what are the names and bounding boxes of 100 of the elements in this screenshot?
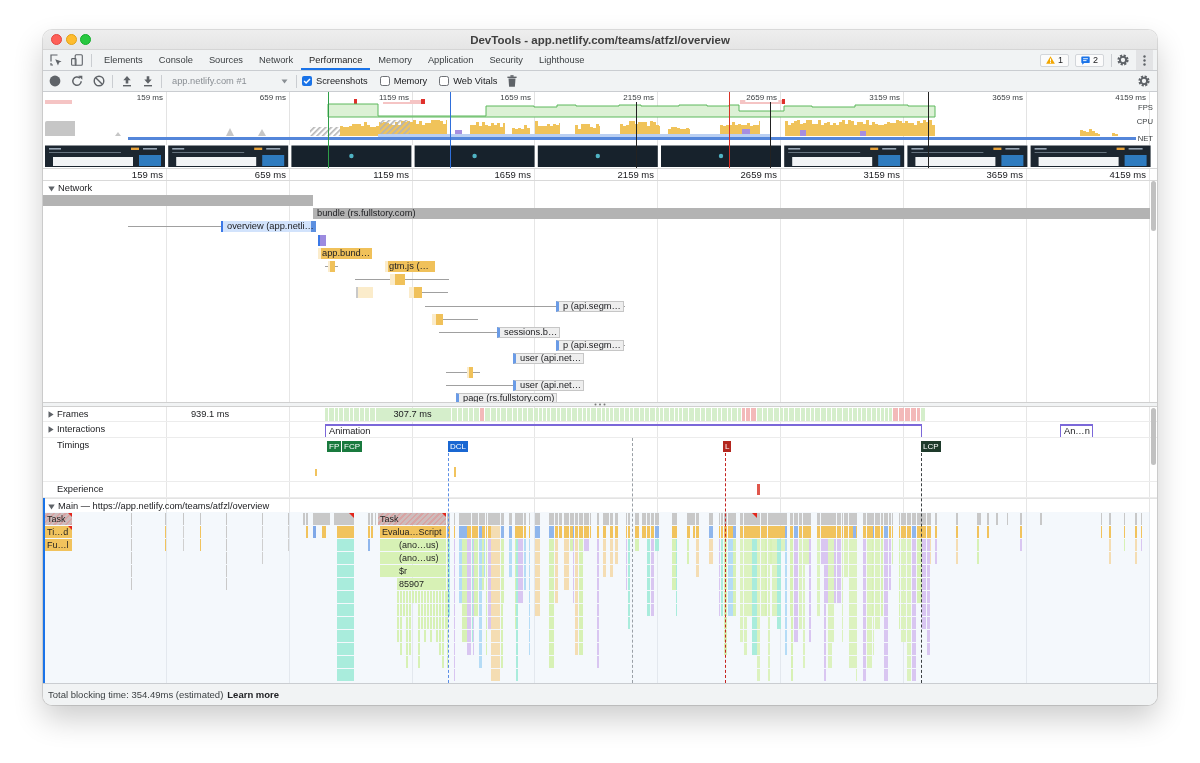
- triangle-down-icon[interactable]: [48, 503, 55, 510]
- network-request[interactable]: overview (app.netli…: [221, 221, 316, 232]
- inspect-element-icon[interactable]: [50, 54, 62, 66]
- flame-entry[interactable]: Task: [378, 513, 446, 525]
- flame-entry[interactable]: Task: [45, 513, 72, 525]
- network-request[interactable]: p (api.segm…: [556, 301, 624, 312]
- warning-icon: [1045, 56, 1055, 64]
- request-whisker: [325, 266, 328, 267]
- panel-tab[interactable]: Network: [251, 50, 302, 70]
- request-whisker: [443, 319, 478, 320]
- timing-marker[interactable]: FCP: [342, 441, 362, 452]
- overview-tick-label: 3159 ms: [868, 92, 901, 102]
- interaction-span[interactable]: Animation: [325, 424, 922, 437]
- overview-tick-label: 3659 ms: [991, 92, 1024, 102]
- interaction-span[interactable]: An…n: [1060, 424, 1093, 437]
- request-whisker: [439, 332, 497, 333]
- flame-entry[interactable]: $r: [397, 565, 446, 577]
- ruler-tick-label: 3659 ms: [986, 169, 1023, 180]
- triangle-down-icon[interactable]: [48, 185, 55, 192]
- request-whisker: [405, 279, 449, 280]
- checkbox[interactable]: [302, 76, 312, 86]
- triangle-right-icon[interactable]: [48, 411, 54, 418]
- ruler-tick-label: 3159 ms: [863, 169, 900, 180]
- timing-marker[interactable]: LCP: [921, 441, 941, 452]
- grip-dots-icon: [594, 403, 606, 406]
- scrollbar-thumb[interactable]: [1151, 408, 1156, 465]
- network-request[interactable]: app.bund…: [318, 248, 373, 259]
- ruler-tick-label: 659 ms: [254, 169, 286, 180]
- warning-counter[interactable]: 1: [1039, 53, 1069, 67]
- devices-icon[interactable]: [71, 54, 83, 66]
- checkbox-label[interactable]: Screenshots: [316, 76, 368, 86]
- record-icon[interactable]: [49, 75, 61, 87]
- network-request[interactable]: user (api.net…: [513, 380, 584, 391]
- timing-marker[interactable]: L: [723, 441, 732, 452]
- triangle-right-icon[interactable]: [48, 426, 54, 433]
- learn-more-link[interactable]: Learn more: [227, 689, 280, 700]
- track-title: Timings: [57, 440, 90, 451]
- checkbox-label[interactable]: Web Vitals: [453, 76, 498, 86]
- panel-tab[interactable]: Console: [150, 50, 201, 70]
- clear-icon[interactable]: [93, 75, 105, 87]
- request-whisker: [335, 266, 338, 267]
- trash-icon[interactable]: [507, 75, 518, 87]
- overview-tick-label: 1159 ms: [377, 92, 410, 102]
- download-icon[interactable]: [142, 75, 154, 87]
- overview-tick-label: 659 ms: [258, 92, 287, 102]
- network-request[interactable]: user (api.net…: [513, 353, 584, 364]
- network-request[interactable]: bundle (rs.fullstory.com): [313, 208, 1150, 219]
- flame-entry[interactable]: Ti…d: [45, 526, 72, 538]
- zoom-button[interactable]: [80, 34, 91, 45]
- checkbox[interactable]: [379, 76, 390, 86]
- reload-icon[interactable]: [71, 75, 83, 87]
- network-request[interactable]: p (api.segm…: [556, 340, 624, 351]
- message-counter[interactable]: 2: [1075, 53, 1104, 67]
- flame-entry[interactable]: Evalua…Script: [380, 526, 446, 538]
- flame-entry[interactable]: (ano…us): [397, 539, 446, 551]
- ruler-tick-label: 4159 ms: [1109, 169, 1146, 180]
- flame-entry[interactable]: Fu…l: [45, 539, 72, 551]
- panel-tab[interactable]: Lighthouse: [531, 50, 593, 70]
- track-title: Frames: [57, 409, 89, 420]
- frame-block[interactable]: 307.7 ms: [378, 408, 447, 421]
- panel-tab[interactable]: Security: [481, 50, 531, 70]
- checkbox[interactable]: [439, 76, 450, 86]
- panel-tab[interactable]: Performance: [301, 50, 371, 70]
- overview-tick-label: 4159 ms: [1114, 92, 1147, 102]
- frame-duration: 939.1 ms: [190, 409, 230, 420]
- request-whisker: [355, 279, 390, 280]
- caret-icon: [281, 78, 288, 84]
- panel-tab[interactable]: Memory: [370, 50, 420, 70]
- ruler-tick-label: 1159 ms: [373, 169, 409, 180]
- settings-icon[interactable]: [1117, 54, 1129, 66]
- message-icon: [1081, 55, 1090, 65]
- scrollbar-thumb[interactable]: [1151, 181, 1156, 231]
- timing-marker[interactable]: FP: [327, 441, 342, 452]
- panel-tab[interactable]: Application: [419, 50, 482, 70]
- settings-icon[interactable]: [1138, 75, 1150, 87]
- flame-entry[interactable]: (ano…us): [397, 552, 446, 564]
- flame-entry[interactable]: 85907: [397, 578, 446, 590]
- overview-tick-label: 2159 ms: [622, 92, 655, 102]
- timing-marker[interactable]: DCL: [448, 441, 468, 452]
- upload-icon[interactable]: [121, 75, 133, 87]
- menu-button[interactable]: [1136, 50, 1153, 70]
- track-title: Main — https://app.netlify.com/teams/atfzl/overview: [58, 501, 270, 512]
- ruler-tick-label: 2659 ms: [740, 169, 777, 180]
- close-button[interactable]: [51, 34, 62, 45]
- network-request[interactable]: gtm.js (…: [385, 261, 435, 272]
- overview-tick-label: 159 ms: [135, 92, 164, 102]
- overview-tick-label: 1659 ms: [499, 92, 532, 102]
- track-title: Network: [58, 183, 93, 194]
- ruler-tick-label: 2159 ms: [617, 169, 654, 180]
- network-request[interactable]: sessions.b…: [497, 327, 561, 338]
- ruler-tick-label: 159 ms: [131, 169, 163, 180]
- timing-tick: [315, 469, 317, 476]
- track-title: Interactions: [57, 424, 106, 435]
- menu-icon: [1143, 54, 1146, 66]
- overview-tick-label: 2659 ms: [745, 92, 778, 102]
- checkbox-label[interactable]: Memory: [393, 76, 428, 86]
- panel-tab[interactable]: Elements: [96, 50, 151, 70]
- window-title: DevTools - app.netlify.com/teams/atfzl/overview: [469, 33, 731, 46]
- request-whisker: [422, 292, 448, 293]
- panel-tab[interactable]: Sources: [200, 50, 251, 70]
